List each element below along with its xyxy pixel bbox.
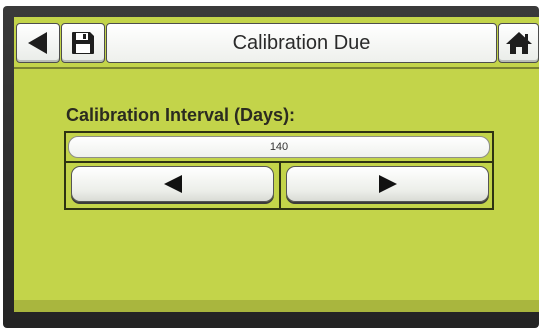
right-arrow-icon	[378, 175, 397, 193]
header-bar: Calibration Due	[14, 17, 539, 69]
panel-divider-vertical	[279, 161, 281, 208]
header-divider	[14, 67, 539, 69]
floppy-disk-icon	[72, 32, 94, 54]
touch-screen: Calibration Due Calibration Interval (Da…	[14, 17, 539, 312]
calibration-interval-label: Calibration Interval (Days):	[66, 105, 296, 125]
increase-button[interactable]	[286, 166, 489, 202]
screen-bottom-strip	[14, 300, 539, 312]
back-button[interactable]	[16, 23, 60, 63]
home-button[interactable]	[498, 23, 539, 63]
decrease-button[interactable]	[71, 166, 274, 202]
interval-value-field[interactable]: 140	[68, 136, 490, 158]
back-arrow-icon	[28, 32, 47, 54]
home-icon	[505, 32, 532, 54]
interval-control-panel: 140	[64, 131, 494, 210]
left-arrow-icon	[163, 175, 182, 193]
page-title: Calibration Due	[106, 23, 497, 63]
save-button[interactable]	[61, 23, 105, 63]
